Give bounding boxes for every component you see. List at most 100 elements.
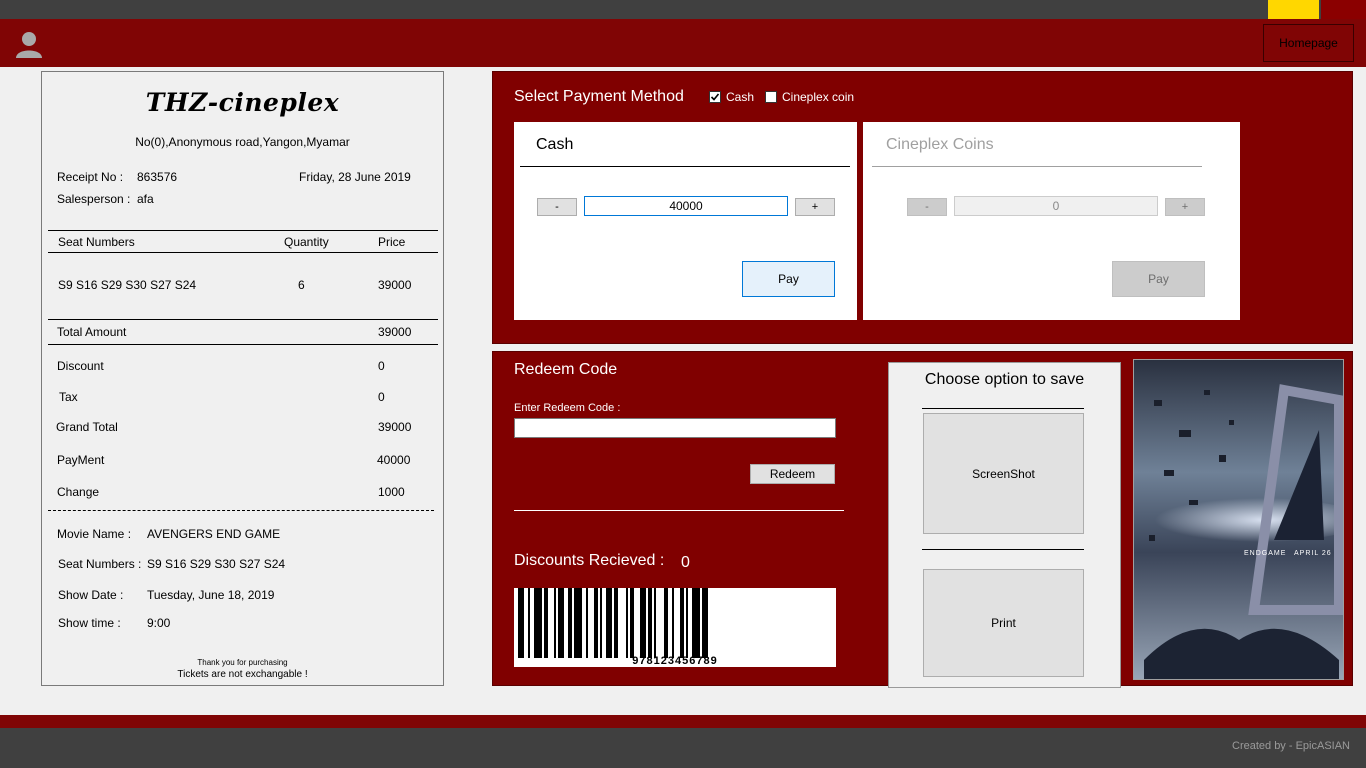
discount-value: 0 [378, 359, 385, 373]
barcode-bar [586, 588, 588, 658]
exchange-notice: Tickets are not exchangable ! [177, 669, 308, 680]
footer-bar [0, 728, 1366, 768]
divider [922, 549, 1084, 550]
barcode-bar [686, 588, 688, 658]
barcode-bar [664, 588, 668, 658]
barcode-bar [544, 588, 548, 658]
movie-poster: ENDGAME APRIL 26 [1133, 359, 1344, 680]
cash-minus-button[interactable]: - [537, 198, 577, 216]
divider [48, 230, 438, 231]
barcode-bar [614, 588, 618, 658]
total-value: 39000 [378, 325, 412, 339]
barcode-bar [528, 588, 530, 658]
movie-label: Movie Name : [57, 527, 132, 541]
save-options-panel: Choose option to save ScreenShot Print [888, 362, 1121, 688]
cash-plus-button[interactable]: + [795, 198, 835, 216]
coin-checkbox[interactable] [765, 91, 777, 103]
save-options-title: Choose option to save [924, 371, 1085, 388]
cash-amount-input[interactable]: 40000 [584, 196, 788, 216]
barcode-bar [672, 588, 674, 658]
redeem-code-label: Enter Redeem Code : [514, 402, 621, 414]
cash-card: Cash - 40000 + Pay [514, 122, 857, 320]
payment-panel: Select Payment Method Cash Cineplex coin… [492, 71, 1353, 344]
barcode-bar [648, 588, 652, 658]
divider [922, 408, 1084, 409]
coins-amount-input[interactable]: 0 [954, 196, 1158, 216]
cash-option-label: Cash [726, 90, 755, 104]
barcode-bar [680, 588, 684, 658]
barcode-bar [600, 588, 602, 658]
close-button[interactable] [1321, 0, 1366, 19]
barcode-bar [558, 588, 564, 658]
coin-option-label: Cineplex coin [782, 90, 855, 104]
barcode-bar [626, 588, 628, 658]
barcode-bar [630, 588, 634, 658]
thanks-note: Thank you for purchasing [197, 658, 288, 667]
show-date-label: Show Date : [58, 588, 124, 602]
credit-text: Created by - EpicASIAN [1232, 740, 1350, 752]
total-label: Total Amount [57, 325, 127, 339]
tax-label: Tax [59, 390, 78, 404]
grand-total-label: Grand Total [56, 420, 118, 434]
barcode-bar [702, 588, 708, 658]
payment-value: 40000 [377, 453, 411, 467]
barcode: 978123456789 [514, 588, 836, 667]
receipt-title: THZ-cineplex [145, 88, 340, 117]
discount-label: Discount [57, 359, 104, 373]
header-bar [0, 19, 1366, 67]
barcode-bar [594, 588, 598, 658]
divider [48, 344, 438, 345]
barcode-bar [692, 588, 700, 658]
row-price: 39000 [378, 278, 412, 292]
barcode-bar [606, 588, 612, 658]
coins-plus-button[interactable]: + [1165, 198, 1205, 216]
grand-total-value: 39000 [378, 420, 412, 434]
col-seat-numbers: Seat Numbers [58, 235, 135, 249]
col-price: Price [378, 235, 406, 249]
show-time-label: Show time : [58, 616, 121, 630]
payment-title: Select Payment Method [514, 88, 684, 105]
coins-pay-button[interactable]: Pay [1112, 261, 1205, 297]
footer-accent-bar [0, 715, 1366, 728]
divider [872, 166, 1202, 167]
receipt-date: Friday, 28 June 2019 [299, 170, 411, 184]
barcode-bar [554, 588, 556, 658]
redeem-button[interactable]: Redeem [750, 464, 835, 484]
divider [48, 319, 438, 320]
show-time: 9:00 [147, 616, 171, 630]
minimize-button[interactable] [1268, 0, 1319, 19]
receipt-no: 863576 [137, 170, 178, 184]
poster-line2: APRIL 26 [1294, 550, 1332, 557]
barcode-number: 978123456789 [632, 655, 718, 667]
discounts-label: Discounts Recieved : [514, 552, 665, 569]
divider [48, 252, 438, 253]
show-date: Tuesday, June 18, 2019 [147, 588, 275, 602]
cash-pay-button[interactable]: Pay [742, 261, 835, 297]
barcode-bar [518, 588, 524, 658]
barcode-bar [534, 588, 542, 658]
cash-card-title: Cash [536, 136, 574, 153]
divider [514, 510, 844, 511]
title-bar [0, 0, 1366, 19]
barcode-bar [568, 588, 572, 658]
poster-line1: ENDGAME [1244, 550, 1287, 557]
movie-name: AVENGERS END GAME [147, 527, 281, 541]
ticket-seats: S9 S16 S29 S30 S27 S24 [147, 557, 286, 571]
homepage-button[interactable]: Homepage [1263, 24, 1354, 62]
receipt-panel: THZ-cineplex No(0),Anonymous road,Yangon… [41, 71, 444, 686]
change-value: 1000 [378, 485, 405, 499]
barcode-bar [640, 588, 646, 658]
redeem-code-input[interactable] [514, 418, 836, 438]
redeem-title: Redeem Code [514, 361, 618, 378]
ticket-seat-label: Seat Numbers : [58, 557, 142, 571]
receipt-no-label: Receipt No : [57, 170, 124, 184]
dashed-divider [48, 510, 434, 511]
print-button[interactable]: Print [923, 569, 1084, 677]
coins-card: Cineplex Coins - 0 + Pay [863, 122, 1240, 320]
coins-minus-button[interactable]: - [907, 198, 947, 216]
barcode-bars [518, 588, 708, 658]
user-icon[interactable] [14, 29, 44, 59]
screenshot-button[interactable]: ScreenShot [923, 413, 1084, 534]
cash-checkbox[interactable] [709, 91, 721, 103]
row-quantity: 6 [298, 278, 305, 292]
